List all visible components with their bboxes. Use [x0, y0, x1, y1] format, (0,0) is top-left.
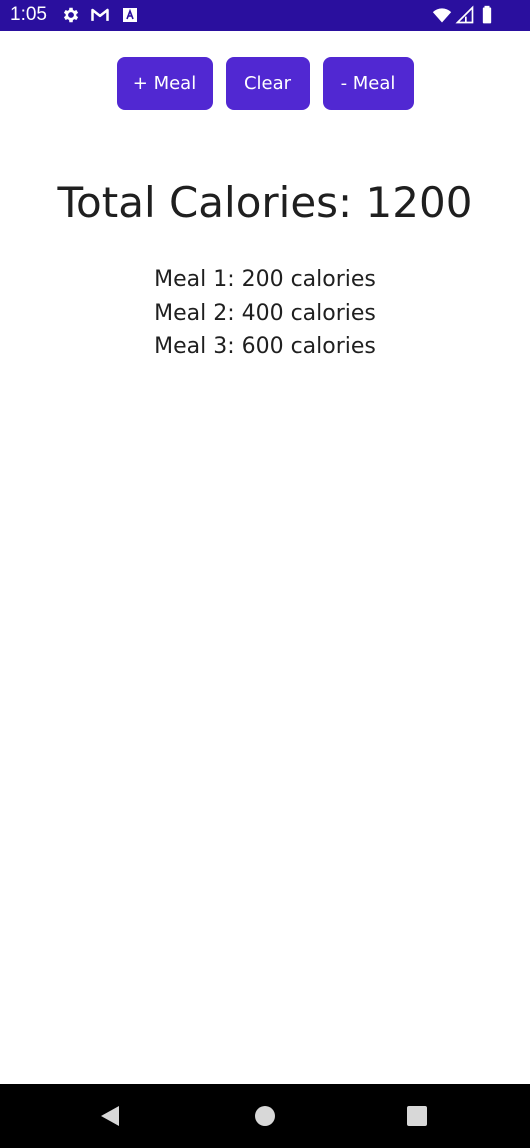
status-time: 1:05 — [10, 4, 47, 25]
total-calories: Total Calories: 1200 — [57, 178, 473, 227]
home-icon[interactable] — [253, 1104, 277, 1128]
back-icon[interactable] — [98, 1104, 122, 1128]
add-meal-button[interactable]: + Meal — [116, 57, 213, 110]
list-item: Meal 3: 600 calories — [154, 334, 376, 359]
list-item: Meal 2: 400 calories — [154, 300, 376, 326]
main-content: + Meal Clear - Meal Total Calories: 1200… — [0, 31, 530, 1084]
gear-icon — [61, 5, 81, 25]
a-badge-icon — [122, 7, 138, 23]
recents-icon[interactable] — [405, 1104, 429, 1128]
wifi-icon — [432, 5, 452, 25]
remove-meal-button[interactable]: - Meal — [322, 57, 414, 110]
signal-icon — [455, 5, 475, 25]
battery-icon — [480, 5, 494, 25]
navigation-bar — [0, 1084, 530, 1148]
meal-list: Meal 1: 200 calories Meal 2: 400 calorie… — [0, 263, 530, 364]
status-bar: 1:05 — [0, 0, 530, 31]
gmail-icon — [90, 5, 110, 25]
list-item: Meal 1: 200 calories — [154, 267, 376, 292]
action-buttons: + Meal Clear - Meal — [0, 57, 530, 111]
clear-button[interactable]: Clear — [225, 57, 310, 110]
